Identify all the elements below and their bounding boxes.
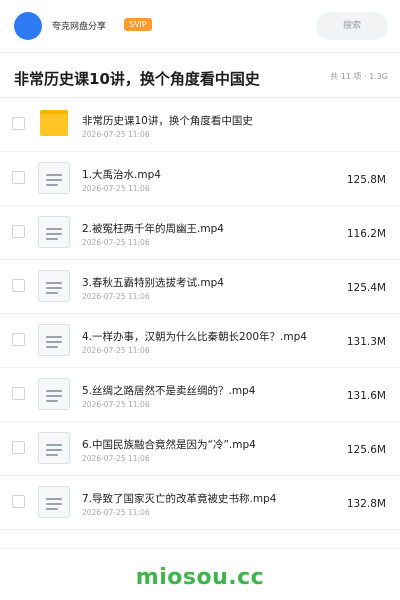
file-date: 2026-07-25 11:06 [82,400,150,409]
page-title: 非常历史课10讲，换个角度看中国史 [14,70,260,88]
list-item[interactable]: 1.大禹治水.mp4 2026-07-25 11:06 125.8M [0,152,400,206]
folder-icon [38,108,70,140]
file-name: 4.一样办事，汉朝为什么比秦朝长200年？.mp4 [82,331,307,343]
list-item[interactable]: 7.导致了国家灭亡的改革竟被史书称.mp4 2026-07-25 11:06 1… [0,476,400,530]
file-size: 125.4M [346,282,386,294]
list-item[interactable]: 非常历史课10讲，换个角度看中国史 2026-07-25 11:06 [0,98,400,152]
list-item[interactable]: 5.丝绸之路居然不是卖丝绸的？.mp4 2026-07-25 11:06 131… [0,368,400,422]
file-size: 132.8M [346,498,386,510]
select-checkbox[interactable] [12,333,25,346]
file-size: 131.3M [346,336,386,348]
file-date: 2026-07-25 11:06 [82,184,150,193]
document-icon [38,432,70,464]
file-size: 116.2M [346,228,386,240]
list-item[interactable]: 6.中国民族融合竟然是因为“冷”.mp4 2026-07-25 11:06 12… [0,422,400,476]
document-icon [38,486,70,518]
file-date: 2026-07-25 11:06 [82,292,150,301]
svip-badge: SVIP [124,18,152,31]
sharer-name: 夸克网盘分享 [52,22,107,32]
file-size: 131.6M [346,390,386,402]
list-item[interactable]: 2.被冤枉两千年的周幽王.mp4 2026-07-25 11:06 116.2M [0,206,400,260]
top-bar: 夸克网盘分享 SVIP 搜索 [0,0,400,52]
item-count-summary: 共 11 项 · 1.3G [330,72,388,81]
file-name: 6.中国民族融合竟然是因为“冷”.mp4 [82,439,256,451]
list-item[interactable]: 3.春秋五霸特别选拔考试.mp4 2026-07-25 11:06 125.4M [0,260,400,314]
document-icon [38,378,70,410]
select-checkbox[interactable] [12,117,25,130]
document-icon [38,324,70,356]
file-date: 2026-07-25 11:06 [82,508,150,517]
share-header: 非常历史课10讲，换个角度看中国史 共 11 项 · 1.3G [0,52,400,98]
select-checkbox[interactable] [12,171,25,184]
file-date: 2026-07-25 11:06 [82,454,150,463]
document-icon [38,216,70,248]
search-input[interactable]: 搜索 [316,12,388,40]
file-date: 2026-07-25 11:06 [82,346,150,355]
list-item[interactable]: 4.一样办事，汉朝为什么比秦朝长200年？.mp4 2026-07-25 11:… [0,314,400,368]
file-size: 125.8M [346,174,386,186]
document-icon [38,162,70,194]
file-name: 2.被冤枉两千年的周幽王.mp4 [82,223,224,235]
file-date: 2026-07-25 11:06 [82,238,150,247]
select-checkbox[interactable] [12,441,25,454]
file-name: 5.丝绸之路居然不是卖丝绸的？.mp4 [82,385,256,397]
file-size: 125.6M [346,444,386,456]
document-icon [38,270,70,302]
watermark: miosou.cc [0,548,400,600]
select-checkbox[interactable] [12,225,25,238]
select-checkbox[interactable] [12,279,25,292]
select-checkbox[interactable] [12,495,25,508]
avatar[interactable] [14,12,42,40]
watermark-text: miosou.cc [135,565,265,590]
file-name: 3.春秋五霸特别选拔考试.mp4 [82,277,224,289]
file-name: 7.导致了国家灭亡的改革竟被史书称.mp4 [82,493,277,505]
file-date: 2026-07-25 11:06 [82,130,150,139]
select-checkbox[interactable] [12,387,25,400]
file-list: 非常历史课10讲，换个角度看中国史 2026-07-25 11:06 1.大禹治… [0,98,400,530]
file-name: 1.大禹治水.mp4 [82,169,161,181]
file-name: 非常历史课10讲，换个角度看中国史 [82,115,253,127]
